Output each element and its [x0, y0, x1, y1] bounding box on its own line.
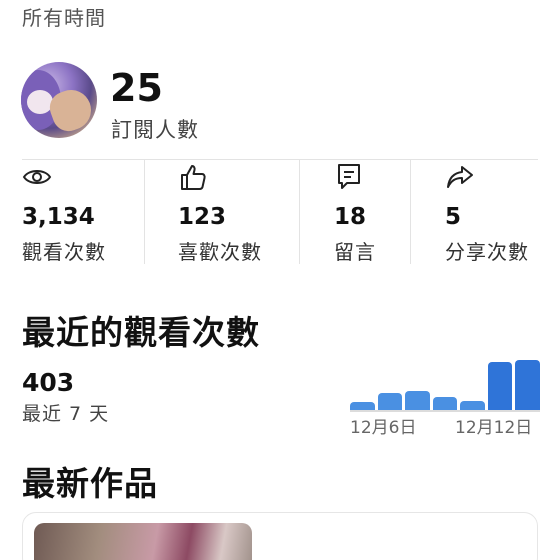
share-icon — [447, 166, 473, 188]
section-title-recent-views: 最近的觀看次數 — [22, 313, 260, 352]
video-thumbnail[interactable] — [34, 523, 252, 560]
stat-value: 123 — [178, 204, 227, 230]
section-title-latest: 最新作品 — [22, 464, 158, 503]
chart-bar — [350, 402, 375, 410]
chart-bar — [405, 390, 430, 410]
chart-end-date: 12月12日 — [455, 418, 533, 438]
recent-views-count: 403 — [22, 368, 75, 397]
chart-bar — [377, 393, 403, 410]
subscriber-label: 訂閱人數 — [111, 118, 199, 142]
stat-value: 3,134 — [22, 204, 95, 230]
divider — [299, 160, 300, 264]
stat-label: 分享次數 — [445, 240, 529, 264]
avatar[interactable] — [21, 62, 97, 138]
stats-row: 3,134 觀看次數 123 喜歡次數 18 留言 5 分享次數 — [0, 160, 560, 264]
comment-icon — [338, 164, 360, 189]
chart-bar — [487, 362, 513, 410]
chart-bar — [432, 396, 458, 410]
stat-value: 5 — [445, 204, 462, 230]
subscriber-count: 25 — [110, 66, 163, 110]
chart-baseline — [350, 410, 540, 412]
recent-views-period: 最近 7 天 — [22, 403, 110, 425]
thumbs-up-icon — [181, 165, 206, 190]
recent-views-chart[interactable] — [350, 360, 540, 410]
period-label: 所有時間 — [22, 6, 106, 30]
eye-icon — [22, 170, 52, 184]
divider — [144, 160, 145, 264]
divider — [410, 160, 411, 264]
chart-bar — [515, 360, 540, 410]
stat-value: 18 — [334, 204, 367, 230]
stat-label: 留言 — [334, 240, 376, 264]
chart-bar — [460, 400, 485, 410]
stat-label: 觀看次數 — [22, 240, 106, 264]
stat-label: 喜歡次數 — [178, 240, 262, 264]
chart-start-date: 12月6日 — [350, 418, 417, 438]
